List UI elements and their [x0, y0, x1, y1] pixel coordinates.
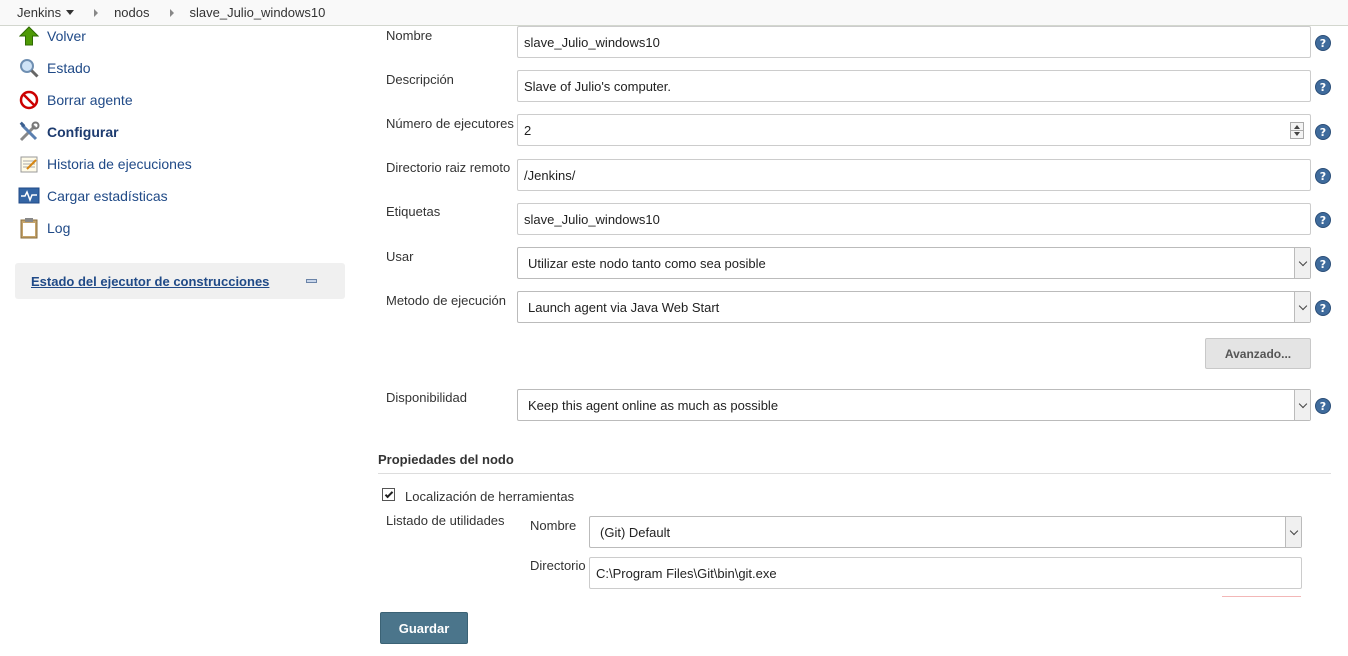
usar-select[interactable]: Utilizar este nodo tanto como sea posibl…: [517, 247, 1311, 279]
collapse-icon[interactable]: [306, 279, 317, 283]
breadcrumb: Jenkins nodos slave_Julio_windows10: [0, 0, 1348, 26]
help-icon[interactable]: ?: [1315, 256, 1331, 272]
tool-nombre-select[interactable]: (Git) Default: [589, 516, 1302, 548]
disponibilidad-selected[interactable]: Keep this agent online as much as possib…: [528, 398, 778, 413]
help-icon[interactable]: ?: [1315, 124, 1331, 140]
sidebar-item-historia[interactable]: Historia de ejecuciones: [18, 152, 192, 176]
sidebar-item-label[interactable]: Configurar: [47, 124, 119, 140]
tool-nombre-label: Nombre: [530, 518, 577, 533]
ejecutores-label: Número de ejecutores: [386, 116, 514, 131]
directorio-input[interactable]: /Jenkins/: [517, 159, 1311, 191]
etiquetas-label: Etiquetas: [386, 204, 441, 219]
magnifier-icon: [18, 57, 40, 79]
up-arrow-icon: [18, 25, 40, 47]
breadcrumb-jenkins-label[interactable]: Jenkins: [17, 5, 61, 20]
descripcion-input[interactable]: Slave of Julio's computer.: [517, 70, 1311, 102]
sidebar-item-estado[interactable]: Estado: [18, 56, 91, 80]
chevron-down-icon[interactable]: [66, 10, 75, 15]
localizacion-label[interactable]: Localización de herramientas: [405, 489, 574, 504]
help-icon[interactable]: ?: [1315, 168, 1331, 184]
breadcrumb-nodos[interactable]: nodos: [114, 5, 149, 20]
delete-hint-line: [1222, 596, 1301, 597]
advanced-button[interactable]: Avanzado...: [1205, 338, 1311, 369]
clipboard-icon: [18, 217, 40, 239]
sidebar-item-label[interactable]: Volver: [47, 28, 86, 44]
save-button[interactable]: Guardar: [380, 612, 468, 644]
metodo-select[interactable]: Launch agent via Java Web Start: [517, 291, 1311, 323]
sidebar-item-label[interactable]: Historia de ejecuciones: [47, 156, 192, 172]
wrench-screwdriver-icon: [18, 121, 40, 143]
directorio-label: Directorio raiz remoto: [386, 160, 511, 175]
nombre-label: Nombre: [386, 28, 433, 43]
chevron-down-icon[interactable]: [1285, 517, 1301, 547]
metodo-label: Metodo de ejecución: [386, 293, 506, 308]
usar-selected[interactable]: Utilizar este nodo tanto como sea posibl…: [528, 256, 766, 271]
ejecutores-stepper[interactable]: 2: [517, 114, 1311, 146]
sidebar-item-label[interactable]: Borrar agente: [47, 92, 133, 108]
help-icon[interactable]: ?: [1315, 398, 1331, 414]
help-icon[interactable]: ?: [1315, 79, 1331, 95]
disponibilidad-label: Disponibilidad: [386, 390, 467, 405]
checkmark-icon: [384, 489, 393, 498]
sidebar-item-label[interactable]: Estado: [47, 60, 91, 76]
localizacion-checkbox[interactable]: [382, 488, 395, 501]
sidebar-item-log[interactable]: Log: [18, 216, 70, 240]
nombre-input[interactable]: slave_Julio_windows10: [517, 26, 1311, 58]
help-icon[interactable]: ?: [1315, 212, 1331, 228]
help-icon[interactable]: ?: [1315, 35, 1331, 51]
sidebar-item-label[interactable]: Cargar estadísticas: [47, 188, 168, 204]
sidebar-item-borrar-agente[interactable]: Borrar agente: [18, 88, 133, 112]
sidebar-item-label[interactable]: Log: [47, 220, 70, 236]
help-icon[interactable]: ?: [1315, 300, 1331, 316]
chevron-down-icon[interactable]: [1294, 292, 1310, 322]
metodo-selected[interactable]: Launch agent via Java Web Start: [528, 300, 719, 315]
tool-directorio-input[interactable]: C:\Program Files\Git\bin\git.exe: [589, 557, 1302, 589]
sidebar-item-configurar[interactable]: Configurar: [18, 120, 119, 144]
etiquetas-input[interactable]: slave_Julio_windows10: [517, 203, 1311, 235]
breadcrumb-jenkins[interactable]: Jenkins: [17, 5, 75, 20]
sidebar-item-cargar-estadisticas[interactable]: Cargar estadísticas: [18, 184, 168, 208]
executor-status-panel: Estado del ejecutor de construcciones: [15, 263, 345, 299]
spinner-icon[interactable]: [1290, 122, 1304, 139]
listado-label: Listado de utilidades: [386, 513, 505, 528]
section-title: Propiedades del nodo: [378, 452, 514, 467]
tool-nombre-selected[interactable]: (Git) Default: [600, 525, 670, 540]
breadcrumb-separator-icon: [169, 8, 174, 17]
tool-directorio-label: Directorio: [530, 558, 586, 573]
disponibilidad-select[interactable]: Keep this agent online as much as possib…: [517, 389, 1311, 421]
usar-label: Usar: [386, 249, 414, 264]
monitor-graph-icon: [18, 185, 40, 207]
executor-status-link[interactable]: Estado del ejecutor de construcciones: [31, 274, 269, 289]
sidebar-item-volver[interactable]: Volver: [18, 24, 86, 48]
chevron-down-icon[interactable]: [1294, 390, 1310, 420]
no-entry-icon: [18, 89, 40, 111]
ejecutores-value[interactable]: 2: [524, 123, 531, 138]
notepad-icon: [18, 153, 40, 175]
chevron-down-icon[interactable]: [1294, 248, 1310, 278]
breadcrumb-separator-icon: [94, 8, 99, 17]
section-divider: [378, 473, 1331, 474]
breadcrumb-node[interactable]: slave_Julio_windows10: [190, 5, 326, 20]
descripcion-label: Descripción: [386, 72, 454, 87]
